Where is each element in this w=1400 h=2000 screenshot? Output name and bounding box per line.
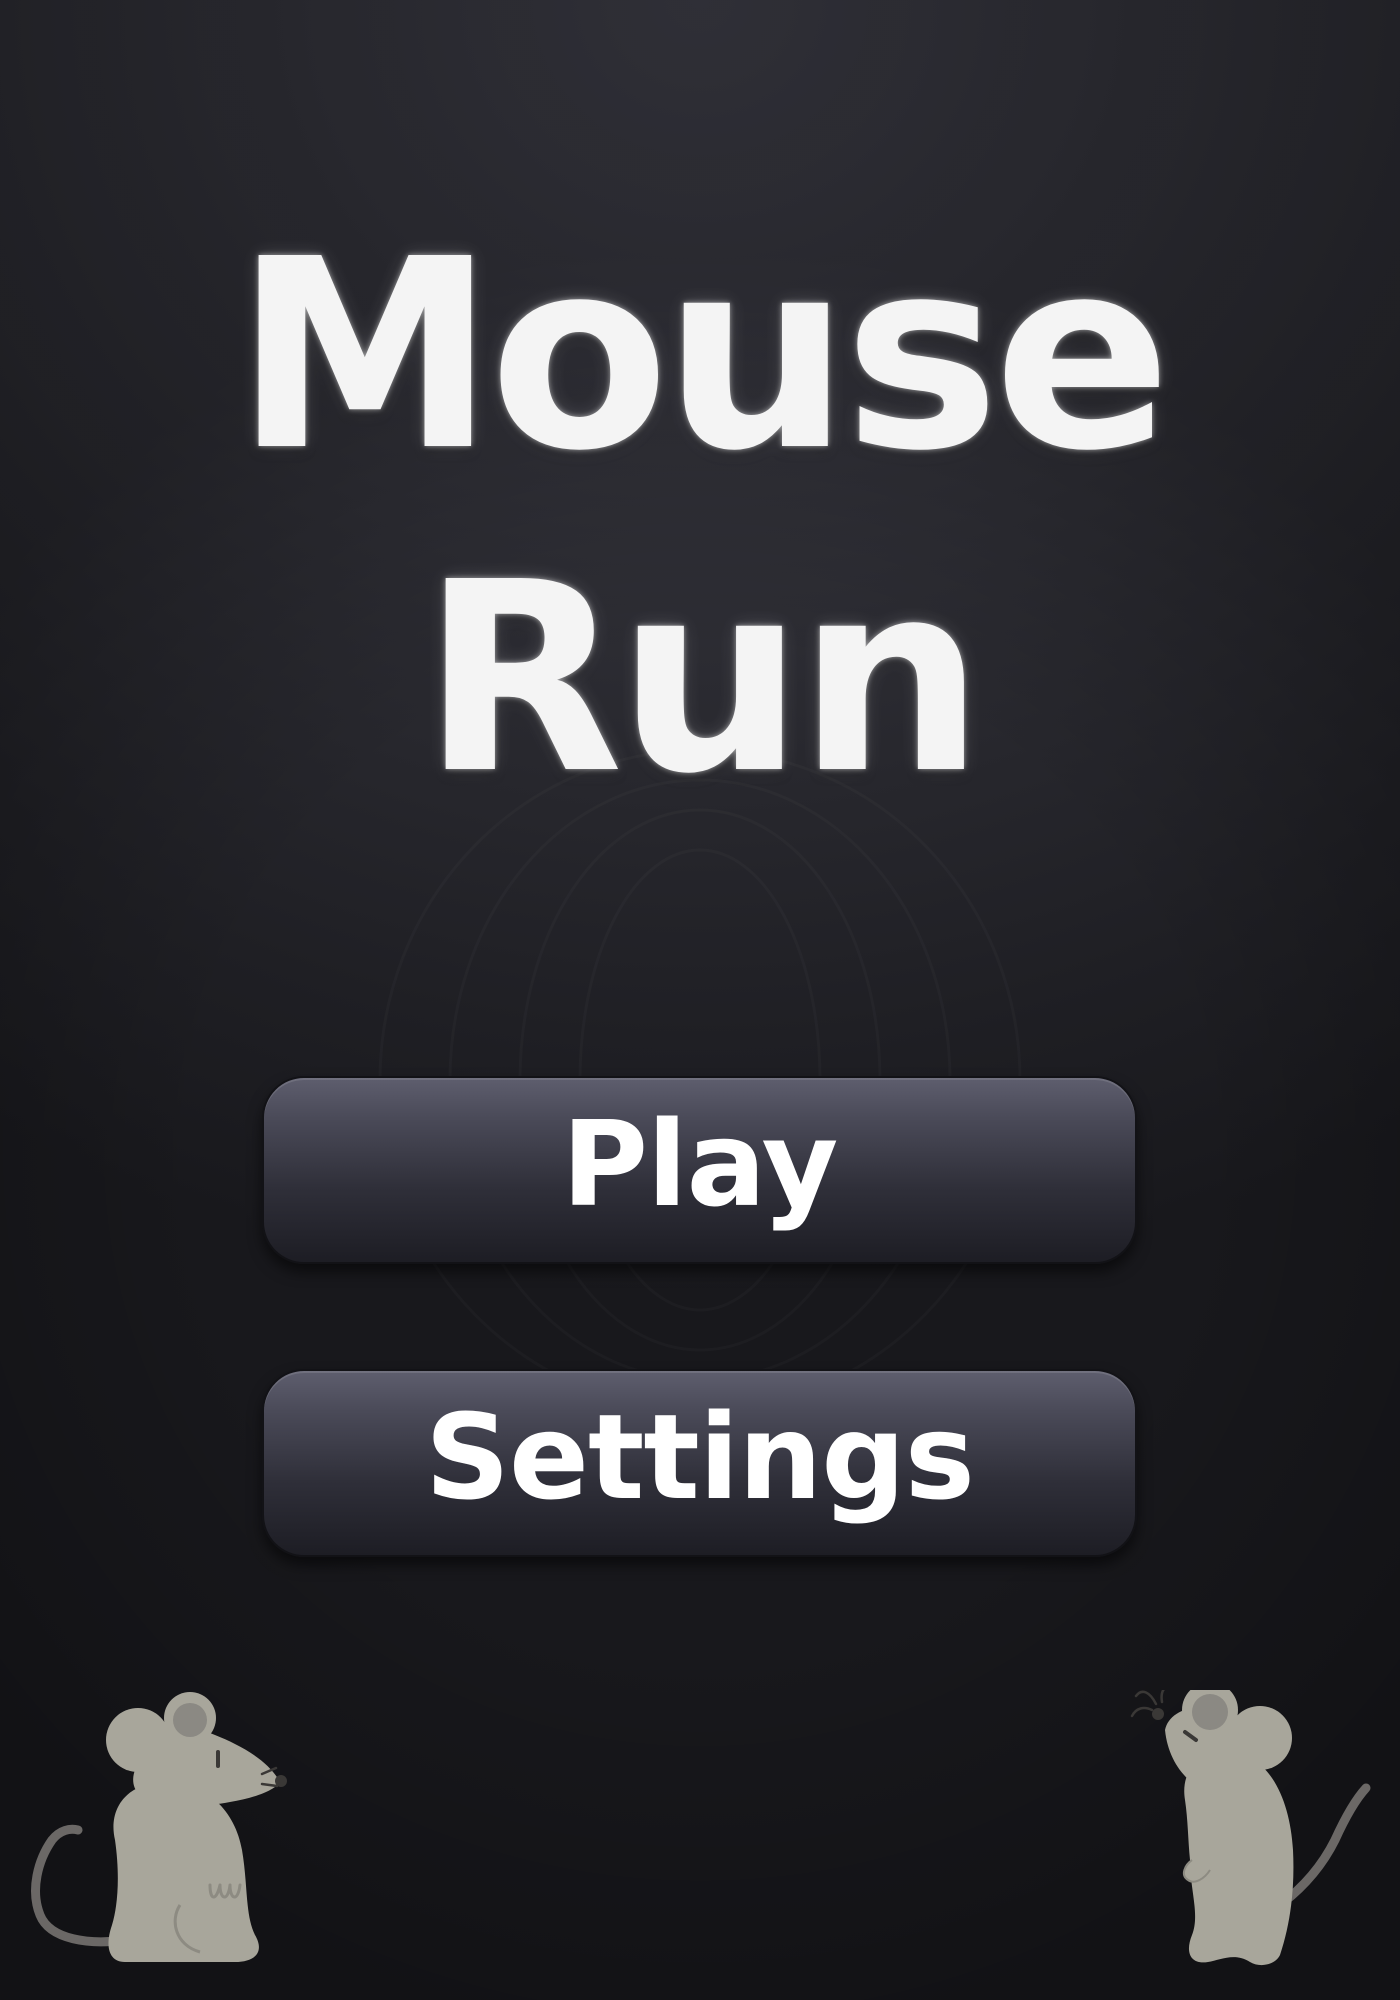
settings-button-label: Settings bbox=[425, 1388, 975, 1526]
standing-mouse-icon bbox=[1130, 1690, 1371, 1966]
sitting-mouse-icon bbox=[31, 1692, 287, 1962]
game-title-line-1: Mouse bbox=[234, 203, 1172, 508]
play-button-label: Play bbox=[561, 1095, 839, 1233]
game-title-line-2: Run bbox=[421, 526, 985, 831]
settings-button[interactable]: Settings bbox=[262, 1369, 1137, 1557]
play-button[interactable]: Play bbox=[262, 1076, 1137, 1264]
